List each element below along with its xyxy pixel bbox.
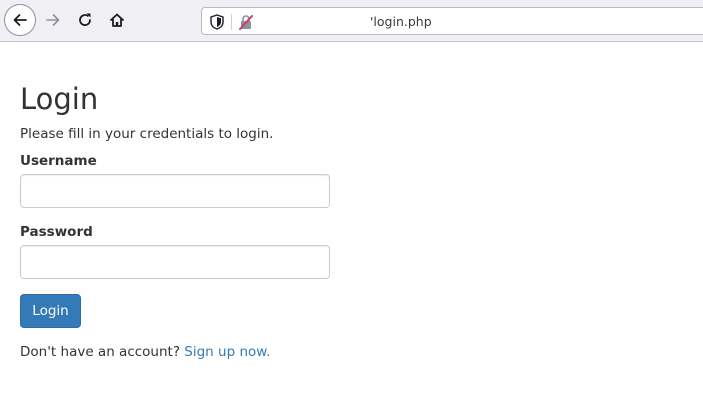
shield-icon [210, 14, 224, 30]
signup-link[interactable]: Sign up now. [184, 344, 270, 360]
browser-toolbar: 'login.php [0, 0, 703, 42]
username-input[interactable] [20, 174, 330, 208]
arrow-right-icon [46, 14, 60, 26]
login-button[interactable]: Login [20, 294, 81, 328]
url-text[interactable]: 'login.php [370, 14, 432, 29]
address-bar[interactable]: 'login.php [201, 7, 703, 35]
page-title: Login [20, 82, 99, 116]
insecure-lock-icon [239, 15, 253, 30]
reload-button[interactable] [70, 5, 100, 35]
home-button[interactable] [102, 5, 132, 35]
address-bar-divider [231, 14, 232, 30]
arrow-left-icon [13, 14, 27, 26]
page-subtitle: Please fill in your credentials to login… [20, 126, 274, 142]
tracking-protection-button[interactable] [208, 13, 226, 31]
signup-prompt: Don't have an account? Sign up now. [20, 344, 270, 360]
home-icon [110, 13, 124, 27]
reload-icon [79, 13, 91, 26]
forward-button[interactable] [38, 5, 68, 35]
signup-prompt-text: Don't have an account? [20, 344, 180, 360]
site-security-button[interactable] [237, 13, 255, 31]
password-input[interactable] [20, 245, 330, 279]
back-button[interactable] [4, 4, 36, 36]
username-label: Username [20, 153, 97, 169]
password-label: Password [20, 224, 93, 240]
